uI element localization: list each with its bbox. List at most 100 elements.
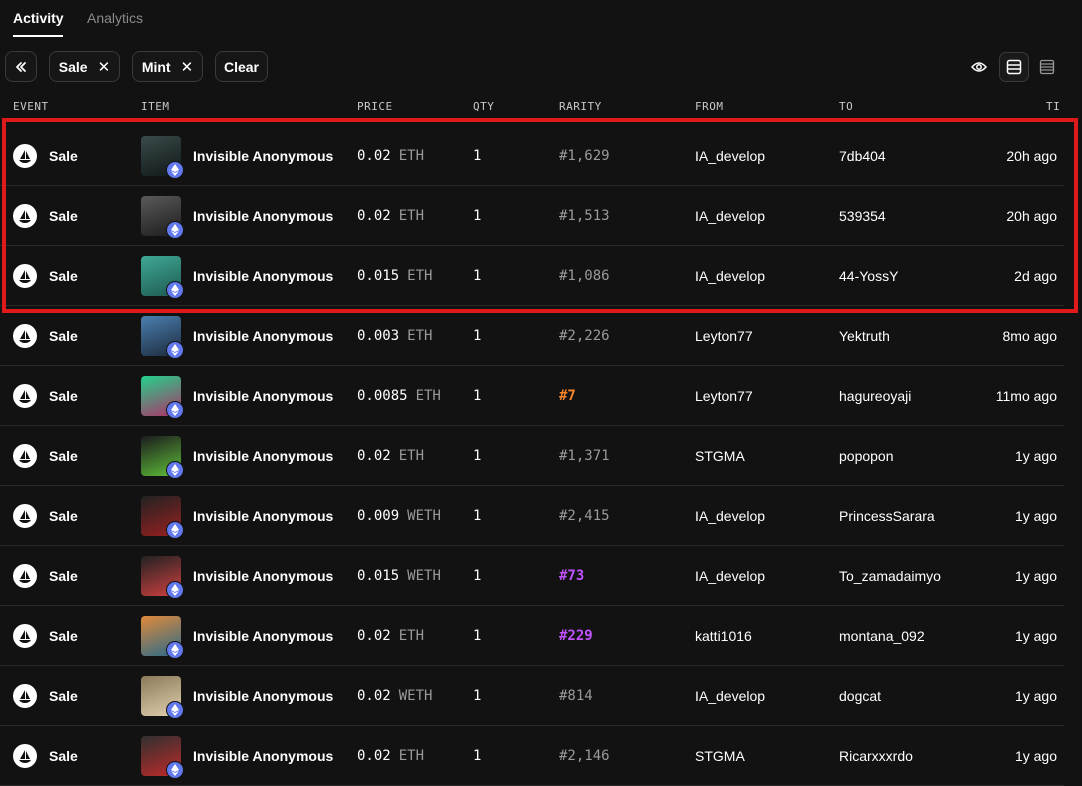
table-row[interactable]: Sale Invisible Anonymous 0.02 ETH 1 #229… <box>0 606 1064 666</box>
from-account-link[interactable]: IA_develop <box>695 486 765 546</box>
to-account-link[interactable]: Ricarxxxrdo <box>839 726 913 786</box>
rarity-rank: #814 <box>559 688 593 704</box>
to-account-link[interactable]: popopon <box>839 426 894 486</box>
column-header-time[interactable]: TI <box>1046 100 1060 113</box>
from-account-link[interactable]: IA_develop <box>695 186 765 246</box>
table-row[interactable]: Sale Invisible Anonymous 0.02 ETH 1 #2,1… <box>0 726 1064 786</box>
visibility-toggle-button[interactable] <box>964 52 994 82</box>
item-thumbnail[interactable] <box>141 496 184 539</box>
to-account-link[interactable]: Yektruth <box>839 306 890 366</box>
item-thumbnail-cell[interactable] <box>141 126 184 186</box>
table-row[interactable]: Sale Invisible Anonymous 0.02 ETH 1 #1,6… <box>0 126 1064 186</box>
item-thumbnail-cell[interactable] <box>141 366 184 426</box>
timestamp-link[interactable]: 1y ago <box>1015 666 1057 726</box>
column-header-price[interactable]: PRICE <box>357 100 393 113</box>
item-name-link[interactable]: Invisible Anonymous <box>193 726 333 786</box>
timestamp-link[interactable]: 8mo ago <box>1003 306 1057 366</box>
item-thumbnail-cell[interactable] <box>141 246 184 306</box>
item-thumbnail-cell[interactable] <box>141 606 184 666</box>
from-account-link[interactable]: katti1016 <box>695 606 752 666</box>
table-row[interactable]: Sale Invisible Anonymous 0.02 ETH 1 #1,5… <box>0 186 1064 246</box>
from-account-link[interactable]: IA_develop <box>695 126 765 186</box>
price-cell: 0.02 ETH <box>357 186 424 246</box>
table-row[interactable]: Sale Invisible Anonymous 0.02 WETH 1 #81… <box>0 666 1064 726</box>
timestamp-link[interactable]: 1y ago <box>1015 726 1057 786</box>
tab-activity[interactable]: Activity <box>13 10 64 26</box>
column-header-from[interactable]: FROM <box>695 100 724 113</box>
table-row[interactable]: Sale Invisible Anonymous 0.003 ETH 1 #2,… <box>0 306 1064 366</box>
timestamp-link[interactable]: 1y ago <box>1015 606 1057 666</box>
table-row[interactable]: Sale Invisible Anonymous 0.009 WETH 1 #2… <box>0 486 1064 546</box>
from-account-link[interactable]: STGMA <box>695 726 745 786</box>
from-account-link[interactable]: IA_develop <box>695 666 765 726</box>
item-name-link[interactable]: Invisible Anonymous <box>193 546 333 606</box>
item-name-link[interactable]: Invisible Anonymous <box>193 426 333 486</box>
timestamp-link[interactable]: 20h ago <box>1006 186 1057 246</box>
item-name-link[interactable]: Invisible Anonymous <box>193 366 333 426</box>
to-account-link[interactable]: montana_092 <box>839 606 925 666</box>
item-name-link[interactable]: Invisible Anonymous <box>193 306 333 366</box>
table-row[interactable]: Sale Invisible Anonymous 0.015 ETH 1 #1,… <box>0 246 1064 306</box>
item-thumbnail-cell[interactable] <box>141 186 184 246</box>
item-name-link[interactable]: Invisible Anonymous <box>193 186 333 246</box>
column-header-event[interactable]: EVENT <box>13 100 49 113</box>
price-value: 0.02 <box>357 688 391 704</box>
item-thumbnail-cell[interactable] <box>141 426 184 486</box>
item-thumbnail[interactable] <box>141 736 184 779</box>
item-thumbnail[interactable] <box>141 256 184 299</box>
item-thumbnail-cell[interactable] <box>141 306 184 366</box>
from-account-link[interactable]: Leyton77 <box>695 306 753 366</box>
item-thumbnail[interactable] <box>141 196 184 239</box>
filter-chip-sale[interactable]: Sale ✕ <box>49 51 120 82</box>
timestamp-link[interactable]: 1y ago <box>1015 486 1057 546</box>
table-row[interactable]: Sale Invisible Anonymous 0.0085 ETH 1 #7… <box>0 366 1064 426</box>
column-header-to[interactable]: TO <box>839 100 853 113</box>
from-account-link[interactable]: IA_develop <box>695 546 765 606</box>
item-name-link[interactable]: Invisible Anonymous <box>193 126 333 186</box>
item-thumbnail-cell[interactable] <box>141 486 184 546</box>
item-thumbnail[interactable] <box>141 316 184 359</box>
filter-chip-mint[interactable]: Mint ✕ <box>132 51 203 82</box>
column-header-qty[interactable]: QTY <box>473 100 494 113</box>
item-name-link[interactable]: Invisible Anonymous <box>193 606 333 666</box>
quantity-value: 1 <box>473 208 482 224</box>
item-thumbnail-cell[interactable] <box>141 546 184 606</box>
to-account-link[interactable]: PrincessSarara <box>839 486 935 546</box>
to-account-link[interactable]: hagureoyaji <box>839 366 911 426</box>
from-account-link[interactable]: Leyton77 <box>695 366 753 426</box>
to-account-link[interactable]: To_zamadaimyo <box>839 546 941 606</box>
table-view-button[interactable] <box>999 52 1029 82</box>
column-header-item[interactable]: ITEM <box>141 100 170 113</box>
timestamp-link[interactable]: 20h ago <box>1006 126 1057 186</box>
clear-filters-button[interactable]: Clear <box>215 51 268 82</box>
item-thumbnail[interactable] <box>141 376 184 419</box>
timestamp-link[interactable]: 1y ago <box>1015 546 1057 606</box>
to-account-link[interactable]: 44-YossY <box>839 246 898 306</box>
timestamp-link[interactable]: 2d ago <box>1014 246 1057 306</box>
item-thumbnail[interactable] <box>141 136 184 179</box>
collapse-filters-button[interactable] <box>5 51 37 82</box>
table-row[interactable]: Sale Invisible Anonymous 0.02 ETH 1 #1,3… <box>0 426 1064 486</box>
item-thumbnail[interactable] <box>141 616 184 659</box>
from-account-link[interactable]: IA_develop <box>695 246 765 306</box>
close-icon[interactable]: ✕ <box>181 58 194 76</box>
item-thumbnail-cell[interactable] <box>141 666 184 726</box>
item-name-link[interactable]: Invisible Anonymous <box>193 246 333 306</box>
item-thumbnail[interactable] <box>141 556 184 599</box>
tab-analytics[interactable]: Analytics <box>87 10 143 26</box>
to-account-link[interactable]: 7db404 <box>839 126 886 186</box>
list-view-button[interactable] <box>1032 52 1062 82</box>
item-name-link[interactable]: Invisible Anonymous <box>193 486 333 546</box>
to-account-link[interactable]: 539354 <box>839 186 886 246</box>
item-thumbnail-cell[interactable] <box>141 726 184 786</box>
item-name-link[interactable]: Invisible Anonymous <box>193 666 333 726</box>
column-header-rarity[interactable]: RARITY <box>559 100 602 113</box>
timestamp-link[interactable]: 11mo ago <box>996 366 1057 426</box>
table-row[interactable]: Sale Invisible Anonymous 0.015 WETH 1 #7… <box>0 546 1064 606</box>
close-icon[interactable]: ✕ <box>98 58 111 76</box>
from-account-link[interactable]: STGMA <box>695 426 745 486</box>
timestamp-link[interactable]: 1y ago <box>1015 426 1057 486</box>
to-account-link[interactable]: dogcat <box>839 666 881 726</box>
item-thumbnail[interactable] <box>141 436 184 479</box>
item-thumbnail[interactable] <box>141 676 184 719</box>
